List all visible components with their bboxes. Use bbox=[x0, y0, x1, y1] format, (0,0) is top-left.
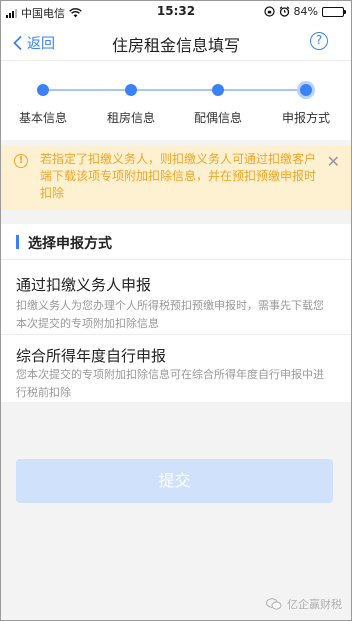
close-icon[interactable]: ✕ bbox=[327, 152, 340, 171]
wechat-icon bbox=[266, 598, 282, 610]
option-withholding-agent[interactable]: 通过扣缴义务人申报 扣缴义务人为您办理个人所得税预扣预缴申报时，需事先下载您本次… bbox=[0, 260, 352, 335]
option-title: 通过扣缴义务人申报 bbox=[16, 276, 152, 294]
option-title: 综合所得年度自行申报 bbox=[16, 347, 167, 365]
alarm-icon bbox=[279, 6, 289, 17]
nav-bar: 返回 住房租金信息填写 ? bbox=[0, 24, 352, 60]
section-header: 选择申报方式 bbox=[0, 224, 352, 260]
step-label-basic-info: 基本信息 bbox=[18, 111, 67, 125]
filing-method-section: 选择申报方式 通过扣缴义务人申报 扣缴义务人为您办理个人所得税预扣预缴申报时，需… bbox=[0, 224, 352, 402]
status-bar: 中国电信 15:32 84% bbox=[0, 0, 352, 24]
option-description: 您本次提交的专项附加扣除信息可在综合所得年度自行申报中进行税前扣除 bbox=[16, 368, 324, 399]
step-label-spouse-info: 配偶信息 bbox=[193, 111, 242, 125]
stepper-line bbox=[43, 89, 306, 91]
step-dot-3 bbox=[212, 84, 224, 96]
step-dot-2 bbox=[125, 84, 137, 96]
option-description: 扣缴义务人为您办理个人所得税预扣预缴申报时，需事先下载您本次提交的专项附加扣除信… bbox=[16, 299, 324, 330]
page-title: 住房租金信息填写 bbox=[111, 36, 240, 55]
step-label-filing-method: 申报方式 bbox=[281, 111, 330, 125]
section-accent-bar bbox=[16, 235, 19, 249]
notice-banner: ! 若指定了扣缴义务人，则扣缴义务人可通过扣缴客户端下载该项专项附加扣除信息，并… bbox=[0, 145, 352, 210]
submit-button[interactable]: 提交 bbox=[16, 459, 333, 503]
progress-stepper: 基本信息 租房信息 配偶信息 申报方式 bbox=[0, 60, 352, 140]
battery-percent: 84% bbox=[293, 5, 318, 18]
warning-icon: ! bbox=[14, 154, 28, 168]
help-icon[interactable]: ? bbox=[310, 32, 328, 50]
step-dot-4-current bbox=[297, 81, 315, 99]
battery-icon bbox=[322, 6, 346, 17]
notice-text: 若指定了扣缴义务人，则扣缴义务人可通过扣缴客户端下载该项专项附加扣除信息，并在预… bbox=[40, 152, 317, 200]
section-title: 选择申报方式 bbox=[28, 236, 112, 252]
step-dot-1 bbox=[37, 84, 49, 96]
option-annual-self-filing[interactable]: 综合所得年度自行申报 您本次提交的专项附加扣除信息可在综合所得年度自行申报中进行… bbox=[0, 335, 352, 402]
orientation-lock-icon bbox=[263, 6, 275, 17]
watermark: 亿企赢财税 bbox=[266, 596, 342, 612]
step-label-rental-info: 租房信息 bbox=[106, 111, 155, 125]
watermark-text: 亿企赢财税 bbox=[287, 598, 342, 611]
